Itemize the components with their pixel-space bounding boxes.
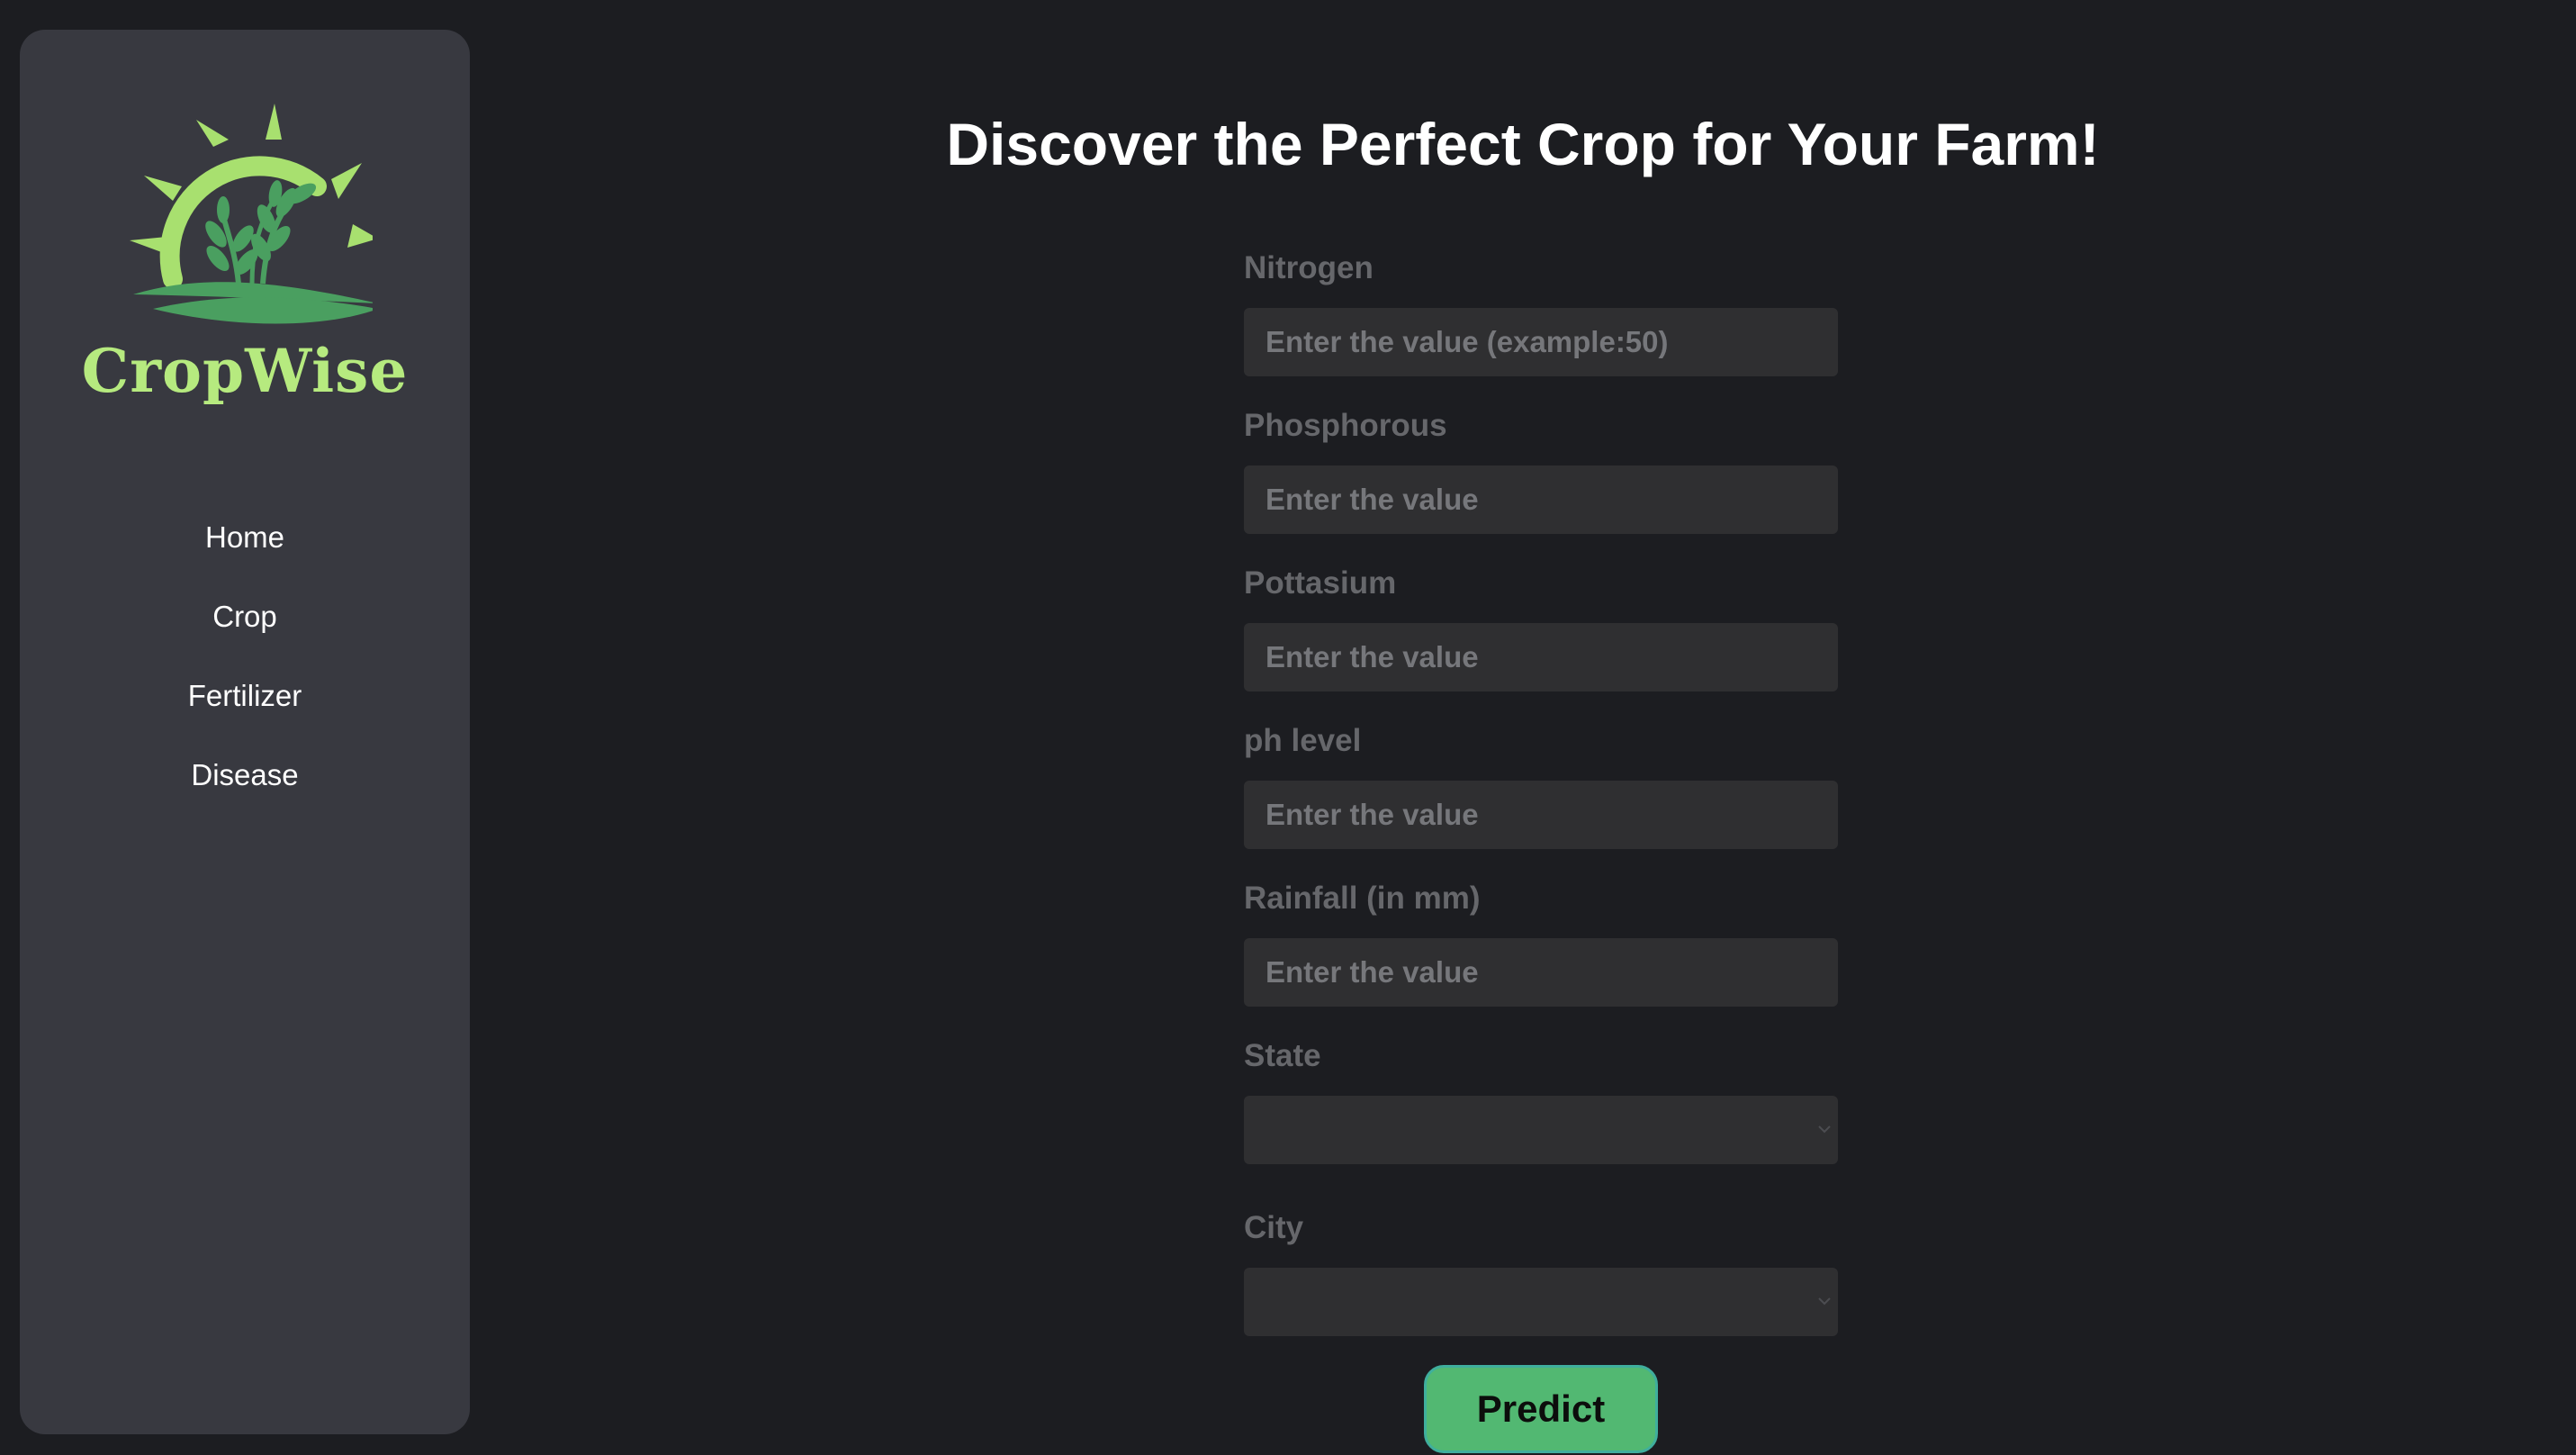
nav-item-crop[interactable]: Crop: [20, 570, 470, 649]
ph-level-input[interactable]: [1244, 781, 1838, 849]
page-title: Discover the Perfect Crop for Your Farm!: [946, 111, 2100, 177]
state-select[interactable]: [1244, 1096, 1838, 1164]
main-nav: Home Crop Fertilizer Disease: [20, 491, 470, 808]
phosphorous-label: Phosphorous: [1244, 408, 1447, 443]
pottasium-label: Pottasium: [1244, 565, 1397, 601]
rainfall-label: Rainfall (in mm): [1244, 881, 1481, 916]
predict-button[interactable]: Predict: [1424, 1365, 1658, 1453]
nav-item-disease[interactable]: Disease: [20, 728, 470, 808]
nav-item-fertilizer[interactable]: Fertilizer: [20, 649, 470, 728]
nitrogen-input[interactable]: [1244, 308, 1838, 376]
pottasium-input[interactable]: [1244, 623, 1838, 691]
nitrogen-label: Nitrogen: [1244, 250, 1374, 285]
brand-name: CropWise: [81, 336, 409, 406]
city-label: City: [1244, 1210, 1304, 1245]
ph-level-label: ph level: [1244, 723, 1362, 758]
sun-plant-icon: [130, 104, 373, 324]
chevron-down-icon: [1818, 1297, 1831, 1306]
nav-item-home[interactable]: Home: [20, 491, 470, 570]
city-select[interactable]: [1244, 1268, 1838, 1336]
state-label: State: [1244, 1038, 1321, 1073]
cropwise-logo[interactable]: CropWise: [20, 104, 470, 428]
phosphorous-input[interactable]: [1244, 465, 1838, 534]
chevron-down-icon: [1818, 1125, 1831, 1134]
rainfall-input[interactable]: [1244, 938, 1838, 1007]
sidebar: CropWise Home Crop Fertilizer Disease: [20, 30, 470, 1434]
